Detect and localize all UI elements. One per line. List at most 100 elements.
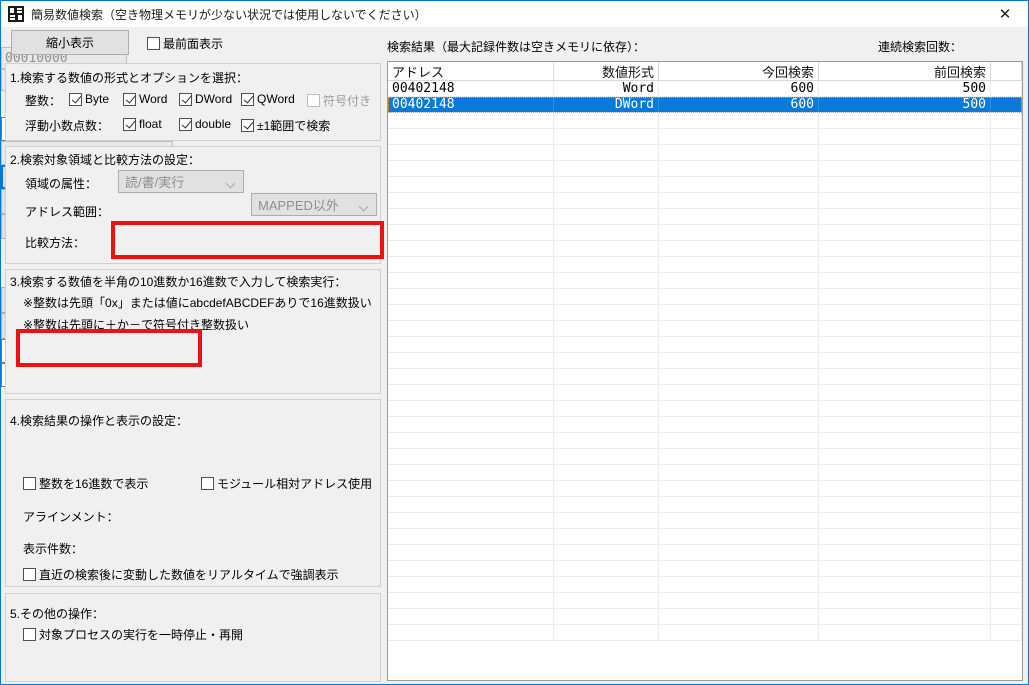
table-cell xyxy=(554,273,659,288)
results-table[interactable]: アドレス 数値形式 今回検索 前回検索 00402148 Word 600 500 00… xyxy=(387,61,1023,681)
table-cell xyxy=(819,321,991,336)
table-row-empty[interactable] xyxy=(388,305,1022,321)
table-cell xyxy=(554,561,659,576)
table-cell xyxy=(554,465,659,480)
word-label: Word xyxy=(139,92,168,106)
table-row-empty[interactable] xyxy=(388,145,1022,161)
table-cell xyxy=(388,113,554,128)
checkbox-box xyxy=(179,117,192,131)
table-cell xyxy=(554,193,659,208)
table-cell xyxy=(991,529,1022,544)
table-row-empty[interactable] xyxy=(388,449,1022,465)
table-cell xyxy=(991,193,1022,208)
dword-checkbox[interactable]: DWord xyxy=(179,92,232,106)
table-cell xyxy=(554,257,659,272)
table-row-empty[interactable] xyxy=(388,129,1022,145)
table-cell xyxy=(554,593,659,608)
table-cell xyxy=(388,513,554,528)
table-row-empty[interactable] xyxy=(388,321,1022,337)
table-row-empty[interactable] xyxy=(388,161,1022,177)
table-cell xyxy=(554,369,659,384)
column-header-extra[interactable] xyxy=(991,62,1022,80)
table-cell xyxy=(554,385,659,400)
double-checkbox[interactable]: double xyxy=(179,117,231,131)
checkbox-box xyxy=(179,92,192,106)
table-cell xyxy=(388,337,554,352)
table-row-empty[interactable] xyxy=(388,625,1022,641)
table-row-empty[interactable] xyxy=(388,609,1022,625)
table-cell xyxy=(991,321,1022,336)
close-icon[interactable]: ✕ xyxy=(982,1,1028,27)
table-cell xyxy=(659,385,819,400)
table-row-empty[interactable] xyxy=(388,417,1022,433)
table-cell xyxy=(554,449,659,464)
results-table-body: 00402148 Word 600 500 00402148 DWord 600 500 xyxy=(388,81,1022,641)
table-cell xyxy=(819,529,991,544)
table-row-empty[interactable] xyxy=(388,385,1022,401)
table-cell xyxy=(659,465,819,480)
column-header-address[interactable]: アドレス xyxy=(388,62,554,80)
table-cell xyxy=(819,481,991,496)
table-cell xyxy=(991,113,1022,128)
word-checkbox[interactable]: Word xyxy=(123,92,167,106)
table-row-empty[interactable] xyxy=(388,177,1022,193)
table-row-empty[interactable] xyxy=(388,513,1022,529)
table-row-empty[interactable] xyxy=(388,193,1022,209)
table-cell xyxy=(554,545,659,560)
table-row-empty[interactable] xyxy=(388,241,1022,257)
table-cell xyxy=(819,369,991,384)
suspend-process-checkbox[interactable]: 対象プロセスの実行を一時停止・再開 xyxy=(23,626,243,643)
column-header-current[interactable]: 今回検索 xyxy=(659,62,819,80)
topmost-checkbox[interactable]: 最前面表示 xyxy=(147,35,223,52)
qword-checkbox[interactable]: QWord xyxy=(241,92,295,106)
float-label: 浮動小数点数： xyxy=(25,119,110,133)
table-row-empty[interactable] xyxy=(388,497,1022,513)
plusminus-range-checkbox[interactable]: ±1範囲で検索 xyxy=(241,117,330,134)
table-row-empty[interactable] xyxy=(388,561,1022,577)
table-cell xyxy=(554,401,659,416)
table-row-empty[interactable] xyxy=(388,433,1022,449)
table-row-empty[interactable] xyxy=(388,113,1022,129)
shrink-view-button[interactable]: 縮小表示 xyxy=(11,30,129,55)
table-cell: 500 xyxy=(819,97,991,112)
column-header-format[interactable]: 数値形式 xyxy=(554,62,659,80)
table-row-empty[interactable] xyxy=(388,545,1022,561)
table-cell xyxy=(991,513,1022,528)
window-title: 簡易数値検索（空き物理メモリが少ない状況では使用しないでください） xyxy=(31,7,427,22)
table-cell xyxy=(819,145,991,160)
region-attr-combo: 読/書/実行 xyxy=(118,170,244,193)
table-row[interactable]: 00402148 Word 600 500 xyxy=(388,81,1022,97)
table-row-empty[interactable] xyxy=(388,225,1022,241)
byte-checkbox[interactable]: Byte xyxy=(69,92,109,106)
table-row-empty[interactable] xyxy=(388,369,1022,385)
table-row[interactable]: 00402148 DWord 600 500 xyxy=(388,97,1022,113)
table-cell: 00402148 xyxy=(388,97,554,112)
table-cell: 00402148 xyxy=(388,81,554,96)
region-attr-label: 領域の属性： xyxy=(25,177,98,191)
module-relative-label: モジュール相対アドレス使用 xyxy=(217,477,373,491)
table-row-empty[interactable] xyxy=(388,593,1022,609)
table-cell xyxy=(659,545,819,560)
table-cell xyxy=(388,225,554,240)
module-relative-checkbox[interactable]: モジュール相対アドレス使用 xyxy=(201,475,372,492)
table-row-empty[interactable] xyxy=(388,577,1022,593)
table-row-empty[interactable] xyxy=(388,289,1022,305)
table-row-empty[interactable] xyxy=(388,273,1022,289)
table-row-empty[interactable] xyxy=(388,337,1022,353)
table-row-empty[interactable] xyxy=(388,209,1022,225)
table-row-empty[interactable] xyxy=(388,257,1022,273)
column-header-previous[interactable]: 前回検索 xyxy=(819,62,991,80)
table-row-empty[interactable] xyxy=(388,353,1022,369)
table-cell xyxy=(991,497,1022,512)
table-row-empty[interactable] xyxy=(388,465,1022,481)
table-cell xyxy=(659,209,819,224)
float-checkbox[interactable]: float xyxy=(123,117,162,131)
integer-label: 整数： xyxy=(25,94,62,108)
table-row-empty[interactable] xyxy=(388,401,1022,417)
table-row-empty[interactable] xyxy=(388,481,1022,497)
table-row-empty[interactable] xyxy=(388,529,1022,545)
realtime-highlight-checkbox[interactable]: 直近の検索後に変動した数値をリアルタイムで強調表示 xyxy=(23,566,339,583)
checkbox-box xyxy=(23,568,36,581)
table-cell xyxy=(554,609,659,624)
hex-display-checkbox[interactable]: 整数を16進数で表示 xyxy=(23,475,148,492)
